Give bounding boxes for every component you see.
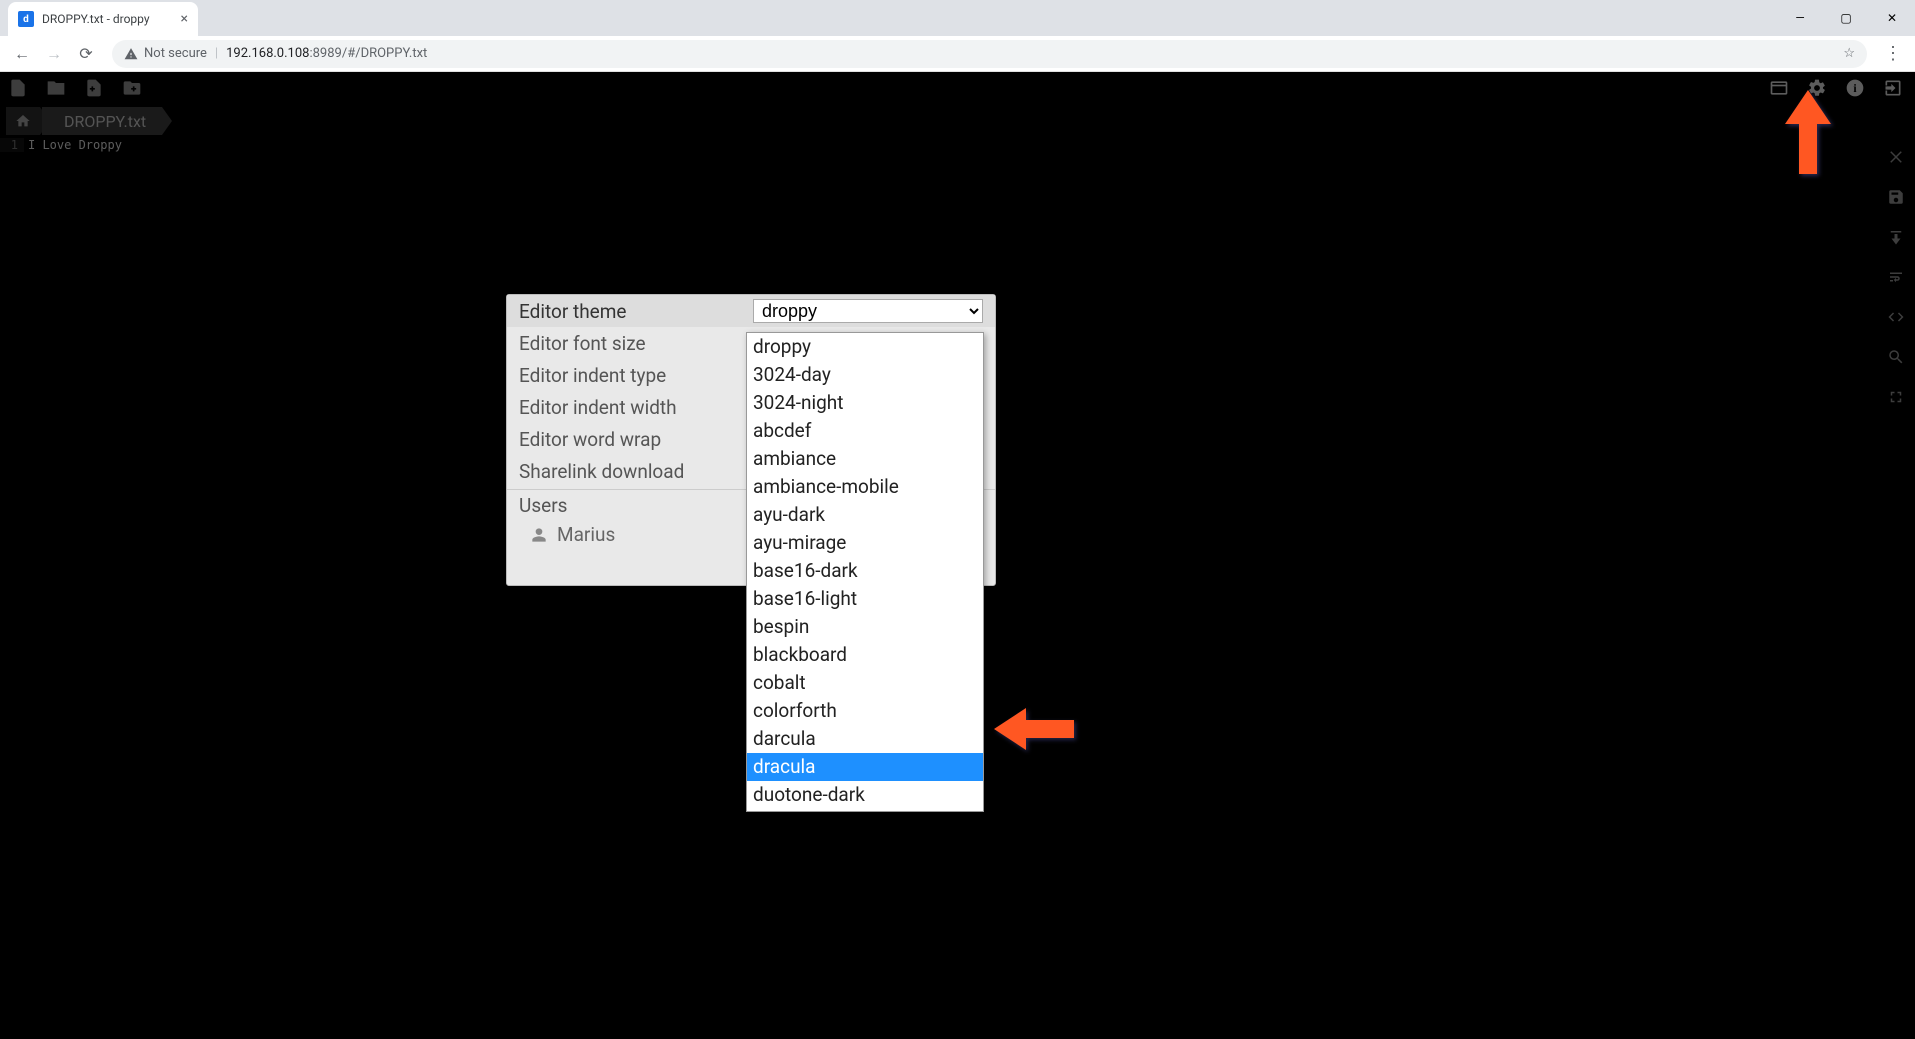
theme-option[interactable]: dracula: [747, 753, 983, 781]
theme-option[interactable]: 3024-night: [747, 389, 983, 417]
window-maximize-icon[interactable]: ▢: [1823, 3, 1869, 33]
theme-option[interactable]: ayu-mirage: [747, 529, 983, 557]
theme-option[interactable]: cobalt: [747, 669, 983, 697]
not-secure-badge: Not secure: [124, 46, 207, 61]
address-bar[interactable]: Not secure | 192.168.0.108:8989/#/DROPPY…: [112, 40, 1867, 68]
tab-title: DROPPY.txt - droppy: [42, 12, 150, 26]
toolbar-left: [8, 78, 142, 98]
bookmark-star-icon[interactable]: ☆: [1843, 46, 1855, 61]
save-icon[interactable]: [1887, 188, 1905, 206]
theme-dropdown: droppy3024-day3024-nightabcdefambianceam…: [746, 332, 984, 812]
theme-option[interactable]: ayu-dark: [747, 501, 983, 529]
app-area: i DROPPY.txt 1 I Love Droppy Editor them…: [0, 72, 1915, 1039]
breadcrumb: DROPPY.txt: [6, 106, 162, 136]
breadcrumb-file[interactable]: DROPPY.txt: [42, 107, 162, 135]
theme-option[interactable]: droppy: [747, 333, 983, 361]
theme-select[interactable]: droppy: [753, 299, 983, 323]
folder-icon[interactable]: [46, 78, 66, 98]
nav-forward-icon: →: [40, 40, 68, 68]
warning-icon: [124, 47, 138, 61]
browser-tab[interactable]: d DROPPY.txt - droppy ×: [8, 2, 198, 36]
search-icon[interactable]: [1887, 348, 1905, 366]
window-close-icon[interactable]: ✕: [1869, 3, 1915, 33]
tab-strip: d DROPPY.txt - droppy × — ▢ ✕: [0, 0, 1915, 36]
annotation-arrow-up: [1785, 90, 1831, 174]
code-icon[interactable]: [1887, 308, 1905, 326]
chrome-menu-icon[interactable]: ⋮: [1879, 43, 1907, 64]
theme-option[interactable]: base16-light: [747, 585, 983, 613]
favicon-icon: d: [18, 11, 34, 27]
code-editor[interactable]: 1 I Love Droppy: [0, 138, 1915, 152]
editor-line: 1 I Love Droppy: [0, 138, 1915, 152]
settings-row-theme: Editor theme droppy: [507, 295, 995, 327]
line-number: 1: [0, 138, 24, 152]
theme-option[interactable]: colorforth: [747, 697, 983, 725]
close-icon[interactable]: [1887, 148, 1905, 166]
breadcrumb-home[interactable]: [6, 107, 40, 135]
nav-back-icon[interactable]: ←: [8, 40, 36, 68]
theme-option[interactable]: blackboard: [747, 641, 983, 669]
download-icon[interactable]: [1887, 228, 1905, 246]
logout-icon[interactable]: [1883, 78, 1903, 98]
add-file-icon[interactable]: [84, 78, 104, 98]
editor-side-toolbar: [1887, 148, 1905, 406]
browser-chrome: d DROPPY.txt - droppy × — ▢ ✕ ← → ⟳ Not …: [0, 0, 1915, 72]
theme-option[interactable]: base16-dark: [747, 557, 983, 585]
new-file-icon[interactable]: [8, 78, 28, 98]
theme-option[interactable]: ambiance: [747, 445, 983, 473]
nav-reload-icon[interactable]: ⟳: [72, 40, 100, 68]
window-minimize-icon[interactable]: —: [1777, 3, 1823, 33]
theme-option[interactable]: ambiance-mobile: [747, 473, 983, 501]
theme-option[interactable]: darcula: [747, 725, 983, 753]
line-text: I Love Droppy: [24, 138, 122, 152]
theme-option[interactable]: 3024-day: [747, 361, 983, 389]
url-text: 192.168.0.108:8989/#/DROPPY.txt: [226, 46, 427, 61]
fullscreen-icon[interactable]: [1887, 388, 1905, 406]
theme-option[interactable]: duotone-light: [747, 809, 983, 811]
info-icon[interactable]: i: [1845, 78, 1865, 98]
wrap-icon[interactable]: [1887, 268, 1905, 286]
theme-option[interactable]: bespin: [747, 613, 983, 641]
theme-dropdown-list[interactable]: droppy3024-day3024-nightabcdefambianceam…: [747, 333, 983, 811]
user-icon: [531, 527, 547, 543]
theme-option[interactable]: abcdef: [747, 417, 983, 445]
address-row: ← → ⟳ Not secure | 192.168.0.108:8989/#/…: [0, 36, 1915, 72]
add-folder-icon[interactable]: [122, 78, 142, 98]
annotation-arrow-left: [994, 708, 1074, 750]
tab-close-icon[interactable]: ×: [181, 11, 188, 27]
window-controls: — ▢ ✕: [1777, 0, 1915, 36]
theme-option[interactable]: duotone-dark: [747, 781, 983, 809]
home-icon: [15, 113, 31, 129]
